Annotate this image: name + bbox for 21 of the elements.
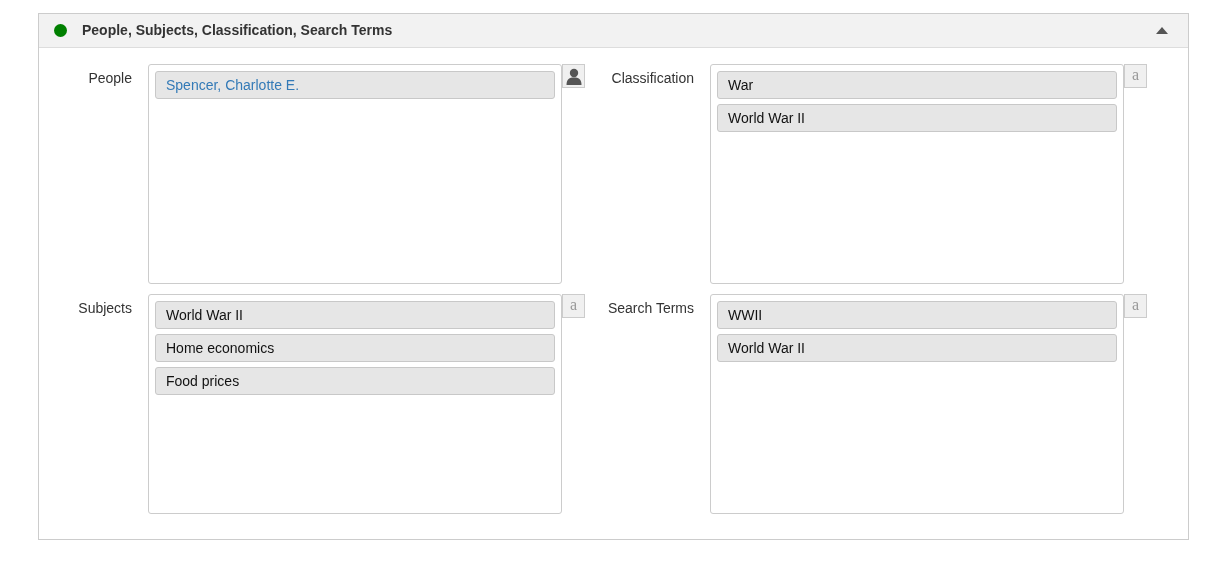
tag-item[interactable]: Spencer, Charlotte E. [155,71,555,99]
tag-item[interactable]: World War II [717,104,1117,132]
tag-item[interactable]: World War II [155,301,555,329]
person-picker-button[interactable] [562,64,585,88]
tag-list-box[interactable]: Spencer, Charlotte E. [148,64,562,284]
tag-list-box[interactable]: World War II Home economics Food prices [148,294,562,514]
tag-item[interactable]: Food prices [155,367,555,395]
tag-item[interactable]: War [717,71,1117,99]
tag-list-box[interactable]: War World War II [710,64,1124,284]
person-icon [564,67,583,85]
tag-list-box[interactable]: WWII World War II [710,294,1124,514]
tag-item[interactable]: WWII [717,301,1117,329]
field-label: Search Terms [606,299,695,318]
section-header[interactable]: People, Subjects, Classification, Search Terms [39,14,1188,48]
field-label: People [87,69,133,88]
section-title: People, Subjects, Classification, Search Terms [82,21,393,40]
field-label: Classification [610,69,695,88]
field-label: Subjects [77,299,133,318]
tag-item[interactable]: World War II [717,334,1117,362]
tag-item[interactable]: Home economics [155,334,555,362]
collapse-caret-icon[interactable] [1156,27,1168,34]
